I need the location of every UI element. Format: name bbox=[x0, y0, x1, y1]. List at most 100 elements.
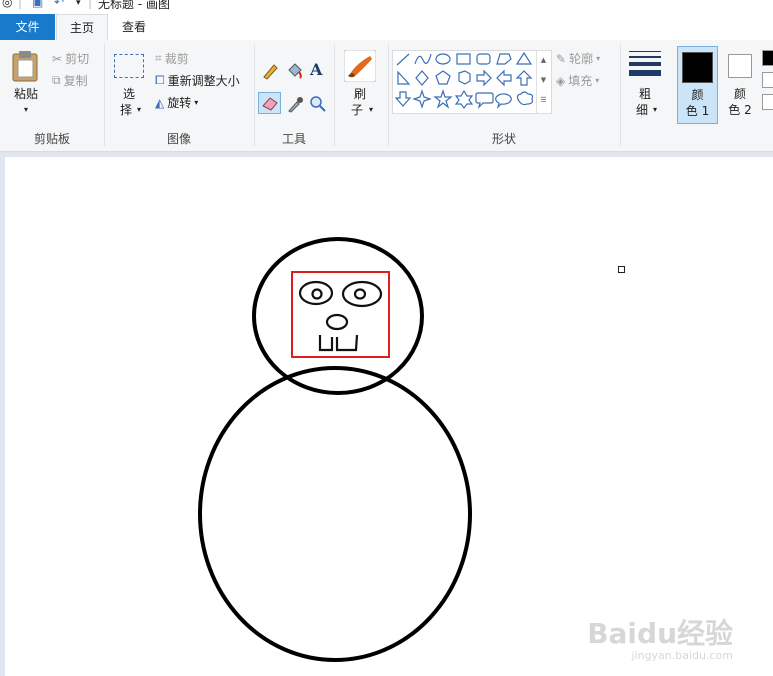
fill-label: 填充 bbox=[568, 74, 593, 88]
chevron-down-icon: ▾ bbox=[136, 105, 141, 114]
brush-icon bbox=[344, 50, 376, 82]
undo-icon[interactable]: ↶ bbox=[54, 0, 64, 11]
down-arrow-shape-icon bbox=[395, 91, 412, 107]
triangle-shape-icon bbox=[515, 51, 533, 65]
shapes-gallery-icons bbox=[395, 51, 534, 109]
size-label-line1: 粗 bbox=[638, 87, 651, 101]
brushes-label-line1: 刷 bbox=[353, 87, 366, 101]
eraser-tool-selected[interactable] bbox=[258, 92, 281, 114]
palette-color-white[interactable] bbox=[762, 94, 773, 110]
color2-button[interactable]: 颜 色 2 bbox=[721, 46, 759, 124]
outline-button[interactable]: ✎ 轮廓 ▾ bbox=[556, 50, 600, 67]
drawing bbox=[198, 237, 472, 662]
watermark-url: jingyan.baidu.com bbox=[631, 649, 733, 662]
canvas-workspace: Baidu经验 jingyan.baidu.com bbox=[0, 152, 773, 676]
line-shape-icon bbox=[396, 53, 410, 66]
image-group-label: 图像 bbox=[166, 132, 191, 146]
drawing-canvas[interactable] bbox=[5, 157, 773, 676]
quick-access-dropdown-icon[interactable]: ▾ bbox=[76, 0, 81, 14]
palette-color-black[interactable] bbox=[762, 50, 773, 66]
rotate-label: 旋转 bbox=[167, 96, 192, 110]
chevron-down-icon: ▾ bbox=[596, 54, 601, 63]
outline-pencil-icon: ✎ bbox=[556, 51, 567, 66]
left-arrow-shape-icon bbox=[496, 69, 512, 87]
color1-button[interactable]: 颜 色 1 bbox=[677, 46, 718, 124]
tools-group-label: 工具 bbox=[281, 132, 306, 146]
fill-button[interactable]: ◈ 填充 ▾ bbox=[556, 72, 599, 89]
copy-icon: ⧉ bbox=[52, 73, 61, 87]
pencil-icon[interactable] bbox=[261, 62, 279, 80]
cloud-callout-shape-icon bbox=[516, 91, 534, 106]
palette-color-white[interactable] bbox=[762, 72, 773, 88]
separator: | bbox=[18, 0, 23, 9]
select-label-line1: 选 bbox=[122, 87, 135, 101]
selection-rect-icon bbox=[114, 54, 144, 78]
rounded-callout-shape-icon bbox=[475, 92, 494, 109]
magnifier-icon[interactable] bbox=[309, 95, 327, 113]
canvas-resize-handle[interactable] bbox=[618, 266, 625, 273]
color2-swatch bbox=[728, 54, 752, 78]
polygon-shape-icon bbox=[496, 53, 512, 65]
crop-button[interactable]: ⌗ 裁剪 bbox=[155, 50, 189, 67]
paint-app-icon: ◎ bbox=[2, 0, 13, 9]
fill-bucket-icon[interactable] bbox=[285, 62, 303, 80]
shapes-gallery[interactable] bbox=[392, 50, 552, 114]
separator: | bbox=[88, 0, 93, 9]
color-picker-icon[interactable] bbox=[286, 95, 304, 113]
rotate-button[interactable]: ◭ 旋转 ▾ bbox=[155, 94, 198, 111]
size-button[interactable]: 粗 细 ▾ bbox=[626, 48, 666, 120]
chevron-down-icon: ▾ bbox=[368, 105, 373, 114]
color1-label-line1: 颜 bbox=[691, 88, 704, 102]
curve-shape-icon bbox=[414, 53, 432, 65]
tab-home[interactable]: 主页 bbox=[56, 14, 108, 41]
chevron-down-icon: ▾ bbox=[652, 105, 657, 114]
group-divider bbox=[334, 44, 335, 146]
six-point-star-shape-icon bbox=[454, 89, 474, 109]
copy-button[interactable]: ⧉ 复制 bbox=[52, 72, 88, 89]
scroll-down-icon[interactable]: ▼ bbox=[537, 70, 550, 90]
save-icon[interactable]: ▣ bbox=[32, 0, 43, 11]
gallery-expand-icon[interactable]: ☰ bbox=[537, 90, 550, 110]
window-title: 无标题 - 画图 bbox=[98, 0, 170, 11]
crop-label: 裁剪 bbox=[164, 52, 189, 66]
fill-icon: ◈ bbox=[556, 73, 566, 88]
ribbon: 粘贴 ▾ ✂ 剪切 ⧉ 复制 剪贴板 选 择 ▾ ⌗ 裁剪 ⧠ 重新调整大小 ◭ 旋转 ▾ … bbox=[0, 40, 773, 152]
tab-file[interactable]: 文件 bbox=[0, 14, 55, 40]
brushes-button[interactable]: 刷 子 ▾ bbox=[340, 48, 380, 120]
paste-button[interactable]: 粘贴 ▾ bbox=[6, 48, 46, 118]
rotate-icon: ◭ bbox=[155, 95, 165, 110]
cut-button[interactable]: ✂ 剪切 bbox=[52, 50, 89, 67]
hexagon-shape-icon bbox=[458, 70, 471, 85]
chevron-down-icon: ▾ bbox=[194, 98, 199, 107]
scroll-up-icon[interactable]: ▲ bbox=[537, 50, 550, 70]
right-arrow-shape-icon bbox=[476, 69, 492, 87]
resize-icon: ⧠ bbox=[155, 73, 165, 87]
shapes-scroll[interactable]: ▲ ▼ ☰ bbox=[536, 50, 550, 113]
crop-icon: ⌗ bbox=[155, 51, 162, 65]
select-button[interactable]: 选 择 ▾ bbox=[110, 50, 148, 120]
paste-label: 粘贴 bbox=[13, 87, 38, 101]
snowman-body-circle bbox=[198, 366, 472, 662]
ribbon-tabs: 文件 主页 查看 bbox=[0, 14, 773, 41]
resize-label: 重新调整大小 bbox=[167, 74, 240, 88]
group-divider bbox=[620, 44, 621, 146]
rectangle-shape-icon bbox=[456, 53, 471, 65]
chevron-down-icon: ▾ bbox=[595, 76, 600, 85]
resize-button[interactable]: ⧠ 重新调整大小 bbox=[155, 72, 240, 89]
color2-label-line1: 颜 bbox=[733, 87, 746, 101]
clipboard-icon bbox=[12, 51, 38, 82]
copy-label: 复制 bbox=[63, 74, 88, 88]
right-triangle-shape-icon bbox=[397, 70, 411, 85]
oval-callout-shape-icon bbox=[495, 93, 512, 109]
title-bar: ◎ | ▣ ↶ ▾ | 无标题 - 画图 bbox=[0, 0, 773, 14]
eraser-icon bbox=[262, 97, 278, 111]
chevron-down-icon: ▾ bbox=[23, 105, 28, 114]
tab-view[interactable]: 查看 bbox=[108, 14, 160, 40]
text-tool-icon[interactable]: A bbox=[310, 60, 322, 79]
watermark-brand: Baidu经验 bbox=[587, 617, 733, 650]
up-arrow-shape-icon bbox=[515, 70, 533, 86]
shapes-group-label: 形状 bbox=[491, 132, 516, 146]
watermark: Baidu经验 jingyan.baidu.com bbox=[587, 617, 733, 663]
diamond-shape-icon bbox=[415, 70, 429, 86]
rounded-rectangle-shape-icon bbox=[476, 53, 491, 65]
